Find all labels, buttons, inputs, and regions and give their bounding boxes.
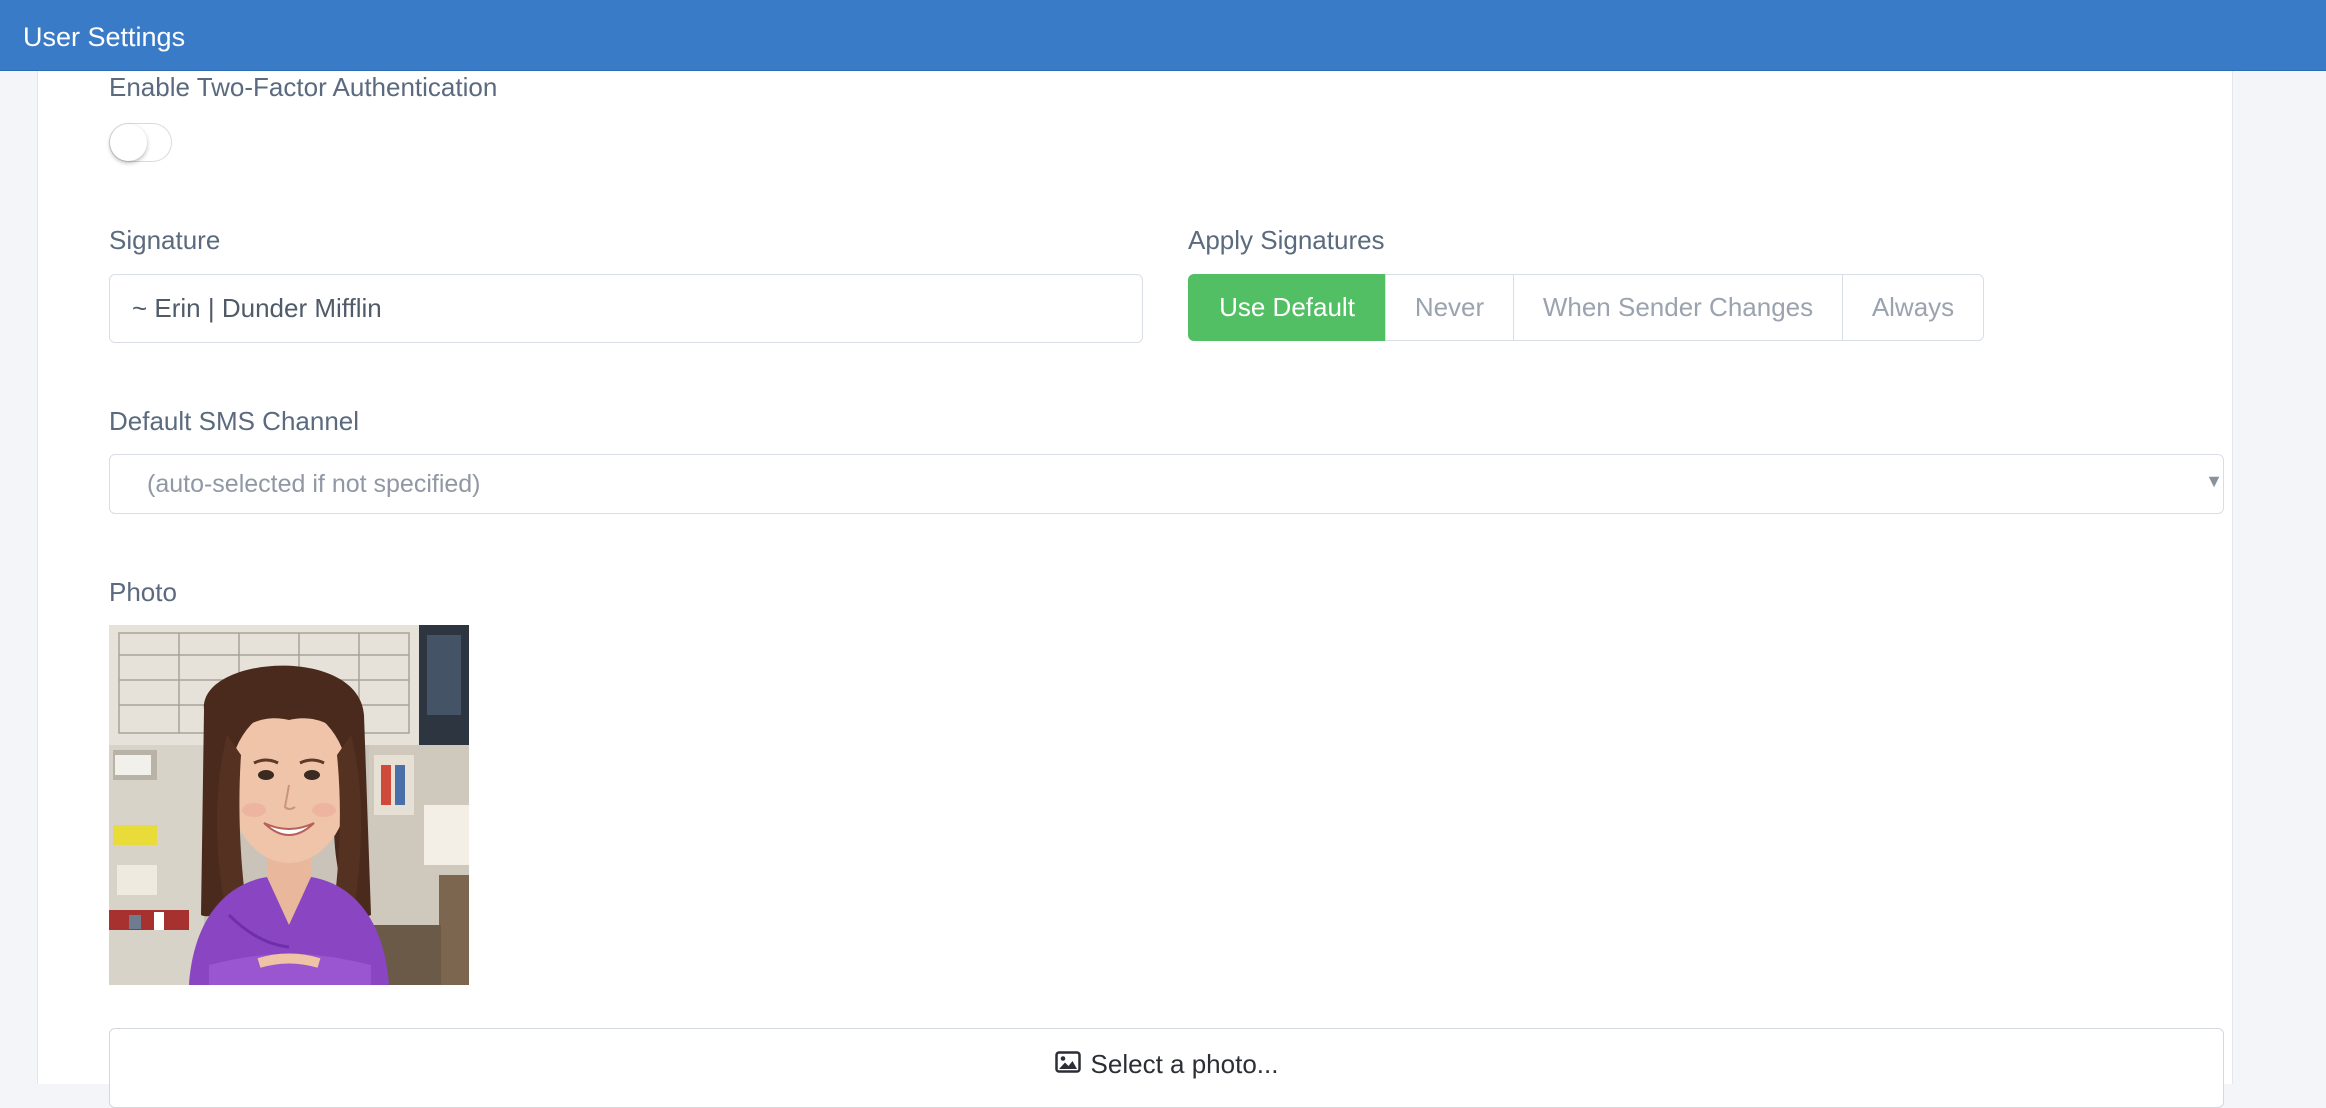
sms-channel-label: Default SMS Channel bbox=[109, 406, 360, 436]
select-photo-button[interactable]: Select a photo... bbox=[109, 1028, 2224, 1108]
sms-channel-select[interactable]: (auto-selected if not specified) ▼ bbox=[109, 454, 2224, 514]
select-photo-button-content: Select a photo... bbox=[1054, 1049, 1279, 1080]
chevron-down-icon: ▼ bbox=[2205, 471, 2223, 491]
apply-signatures-label: Apply Signatures bbox=[1188, 225, 1385, 255]
two-factor-label: Enable Two-Factor Authentication bbox=[109, 72, 498, 102]
option-use-default[interactable]: Use Default bbox=[1188, 274, 1386, 341]
select-photo-label: Select a photo... bbox=[1090, 1049, 1279, 1079]
photo-label: Photo bbox=[109, 577, 177, 607]
signature-input[interactable] bbox=[109, 274, 1143, 343]
option-when-sender-changes[interactable]: When Sender Changes bbox=[1513, 274, 1843, 341]
two-factor-toggle[interactable] bbox=[109, 123, 172, 162]
option-always[interactable]: Always bbox=[1842, 274, 1984, 341]
toggle-knob bbox=[110, 124, 147, 161]
header-bar: User Settings bbox=[0, 0, 2326, 71]
signature-label: Signature bbox=[109, 225, 221, 255]
profile-photo bbox=[109, 625, 469, 985]
page-title: User Settings bbox=[23, 22, 186, 52]
image-icon bbox=[1054, 1051, 1081, 1078]
option-never[interactable]: Never bbox=[1385, 274, 1514, 341]
sms-channel-value: (auto-selected if not specified) bbox=[147, 470, 481, 498]
